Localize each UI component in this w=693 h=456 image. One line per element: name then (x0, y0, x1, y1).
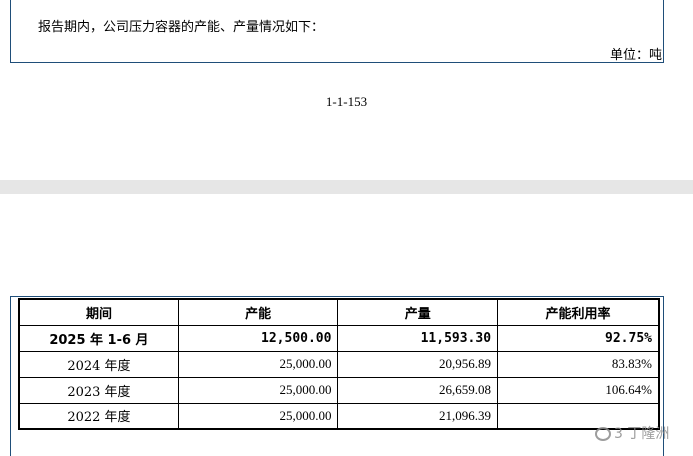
page-number: 1-1-153 (325, 94, 368, 109)
header-output: 产量 (337, 298, 499, 326)
page-gap (0, 180, 693, 194)
table-row: 2024 年度 25,000.00 20,956.89 83.83% (18, 350, 660, 378)
table-header-row: 期间 产能 产量 产能利用率 (18, 298, 660, 326)
cell-capacity: 25,000.00 (177, 402, 339, 430)
cell-capacity: 25,000.00 (177, 350, 339, 378)
header-capacity: 产能 (177, 298, 339, 326)
cell-output: 26,659.08 (337, 376, 499, 404)
weibo-icon (595, 427, 611, 441)
cell-period: 2023 年度 (18, 376, 179, 404)
header-utilization: 产能利用率 (497, 298, 660, 326)
cell-capacity: 25,000.00 (177, 376, 339, 404)
capacity-table: 期间 产能 产量 产能利用率 2025 年 1-6 月 12,500.00 11… (18, 298, 660, 430)
table-row: 2022 年度 25,000.00 21,096.39 (18, 402, 660, 430)
watermark-text: 3 丁隆洲 (614, 426, 670, 442)
cell-utilization: 92.75% (497, 324, 660, 352)
cell-capacity: 12,500.00 (177, 324, 339, 352)
header-period: 期间 (18, 298, 179, 326)
table-row: 2023 年度 25,000.00 26,659.08 106.64% (18, 376, 660, 404)
cell-output: 11,593.30 (337, 324, 499, 352)
intro-text: 报告期内，公司压力容器的产能、产量情况如下： (38, 20, 325, 35)
cell-utilization: 106.64% (497, 376, 660, 404)
cell-output: 20,956.89 (337, 350, 499, 378)
unit-label: 单位：吨 (609, 48, 662, 63)
document-page-top: 报告期内，公司压力容器的产能、产量情况如下： 单位：吨 1-1-153 (0, 0, 693, 180)
cell-period: 2024 年度 (18, 350, 179, 378)
cell-utilization: 83.83% (497, 350, 660, 378)
table-row: 2025 年 1-6 月 12,500.00 11,593.30 92.75% (18, 324, 660, 352)
cell-period: 2022 年度 (18, 402, 179, 430)
weibo-watermark: 3 丁隆洲 (595, 423, 669, 443)
cell-period: 2025 年 1-6 月 (18, 324, 179, 352)
cell-output: 21,096.39 (337, 402, 499, 430)
